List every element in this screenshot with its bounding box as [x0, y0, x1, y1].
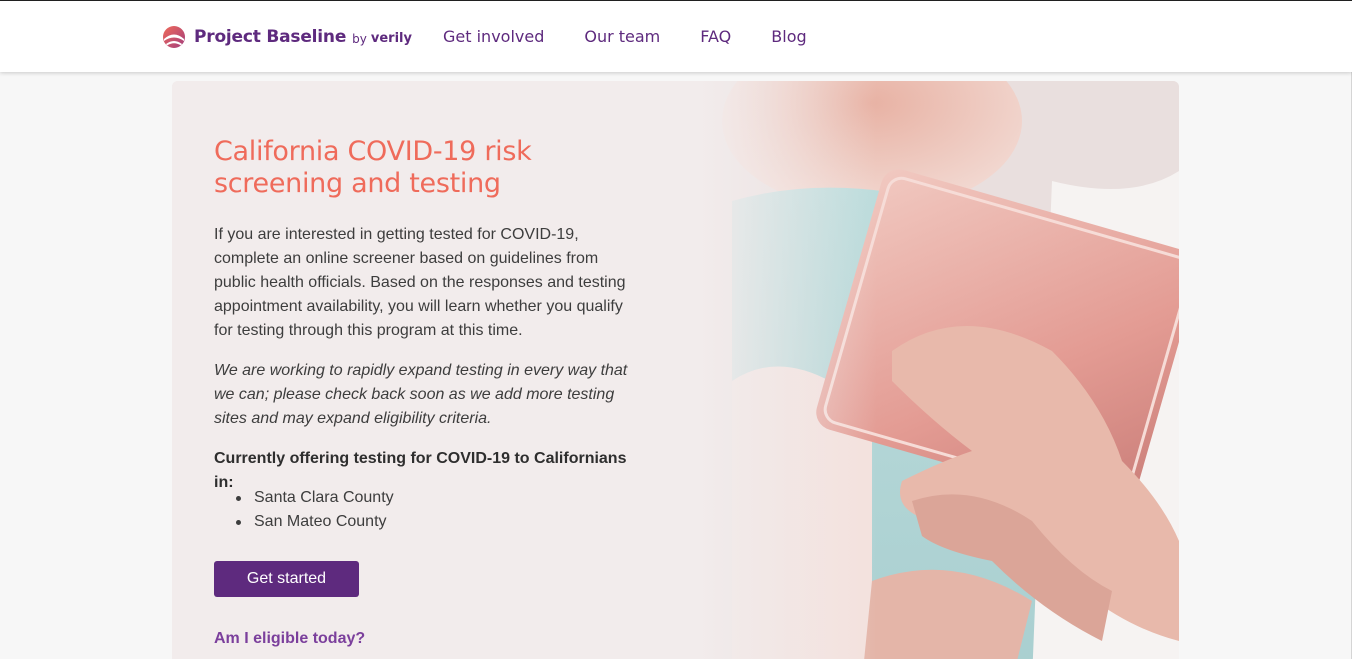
intro-paragraph: If you are interested in getting tested … [214, 226, 626, 339]
brand-by-text: by [352, 31, 367, 46]
county-santa-clara: Santa Clara County [236, 486, 394, 510]
page-title: California COVID-19 risk screening and t… [214, 136, 532, 199]
hero-card: California COVID-19 risk screening and t… [172, 81, 1179, 659]
county-san-mateo: San Mateo County [236, 510, 394, 534]
verily-wordmark: verily [370, 31, 412, 46]
main-nav: Get involved Our team FAQ Blog [443, 25, 847, 49]
nav-faq[interactable]: FAQ [700, 25, 731, 49]
get-started-button[interactable]: Get started [214, 561, 359, 597]
nav-blog[interactable]: Blog [771, 25, 806, 49]
nav-our-team[interactable]: Our team [584, 25, 660, 49]
expansion-note: We are working to rapidly expand testing… [214, 362, 628, 427]
nav-get-involved[interactable]: Get involved [443, 25, 544, 49]
county-list: Santa Clara County San Mateo County [236, 486, 394, 534]
top-navigation-bar: Project Baseline by verily Get involved … [0, 1, 1352, 72]
brand-name: Project Baseline [194, 27, 347, 47]
project-baseline-logo-icon [163, 26, 185, 48]
brand-home-link[interactable]: Project Baseline by verily [162, 23, 412, 51]
eligibility-link[interactable]: Am I eligible today? [214, 627, 365, 651]
